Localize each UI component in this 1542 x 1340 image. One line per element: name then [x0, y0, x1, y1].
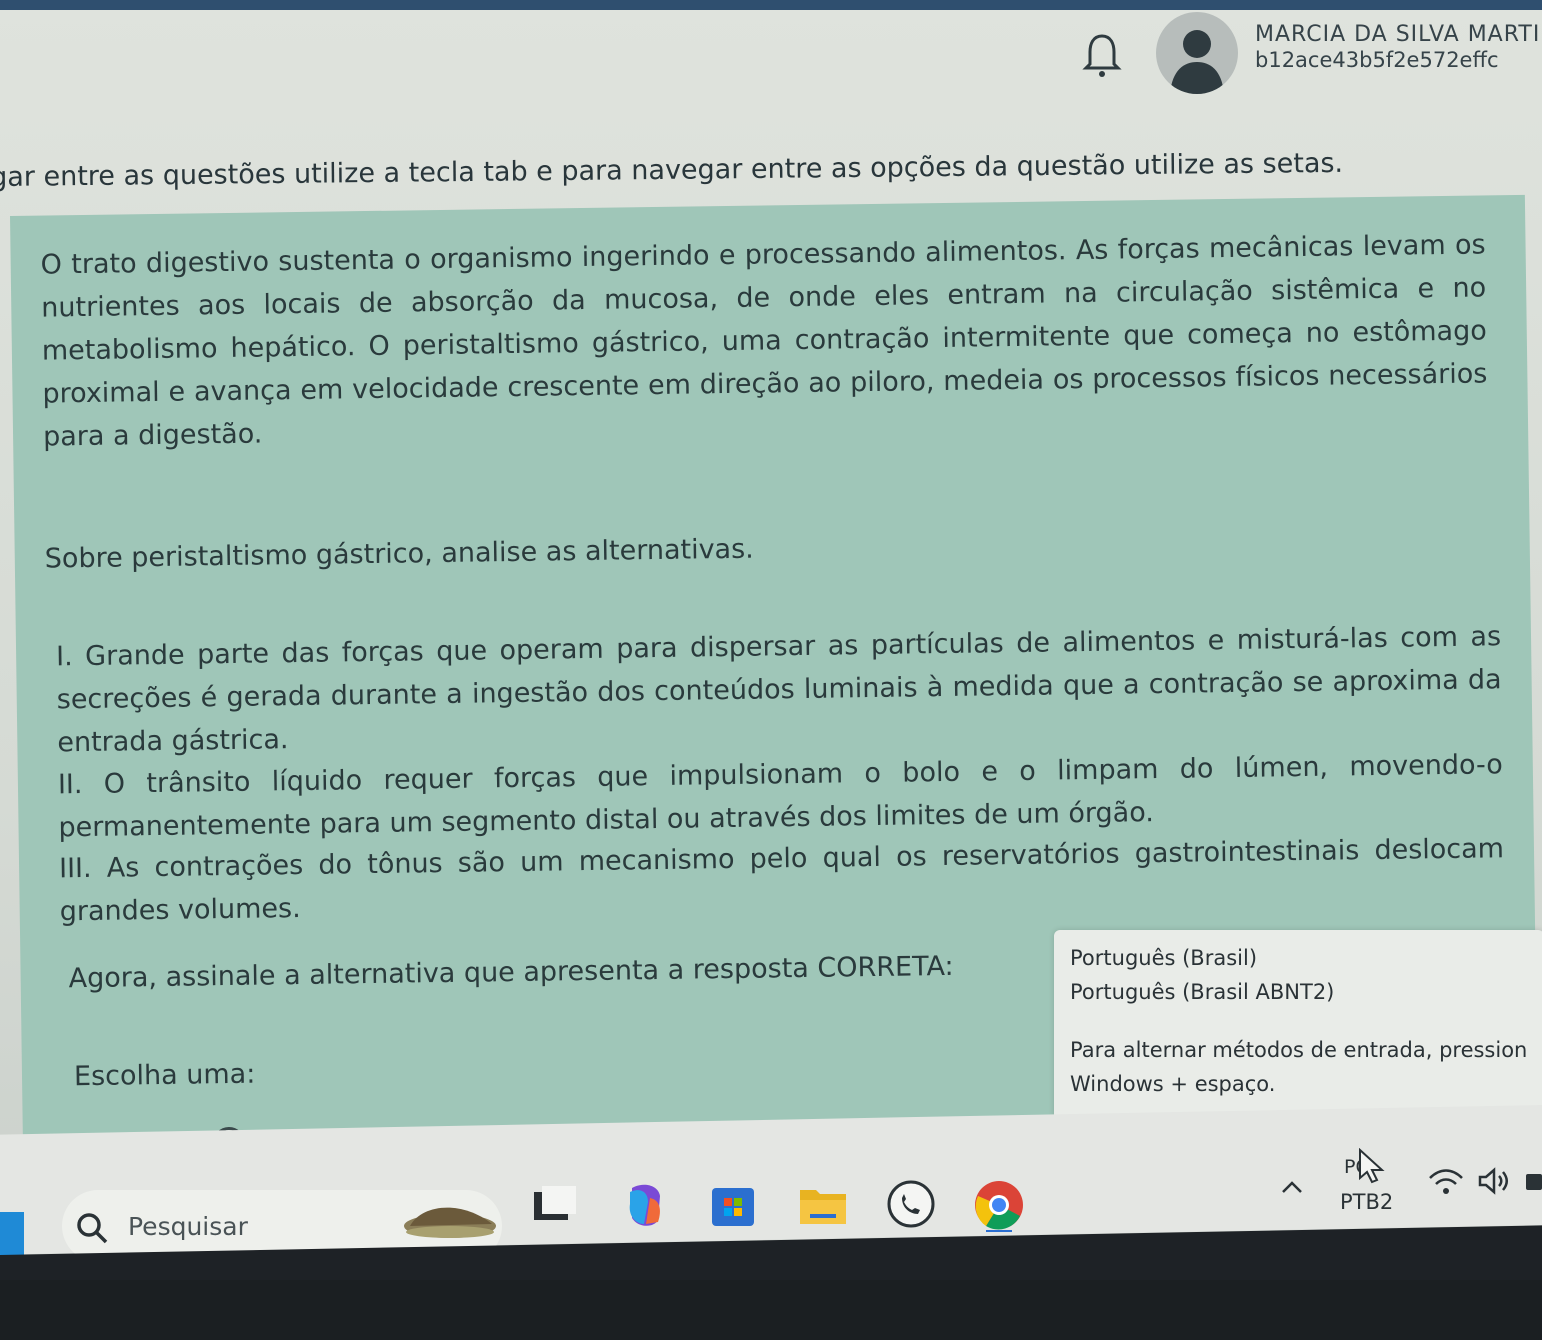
ime-option-portugues-abnt2[interactable]: Português (Brasil ABNT2): [1070, 980, 1334, 1004]
top-accent-bar: [0, 0, 1542, 10]
ime-hint-line1: Para alternar métodos de entrada, pressi…: [1070, 1038, 1528, 1062]
navigation-instruction: gar entre as questões utilize a tecla ta…: [0, 147, 1344, 193]
whatsapp-icon[interactable]: [884, 1178, 938, 1232]
copilot-icon[interactable]: [618, 1178, 672, 1232]
notification-bell-icon[interactable]: [1082, 30, 1122, 80]
avatar[interactable]: [1156, 12, 1238, 94]
ime-option-portugues-brasil[interactable]: Português (Brasil): [1070, 946, 1257, 970]
input-language-indicator[interactable]: PTB2: [1340, 1190, 1393, 1214]
ime-hint-line2: Windows + espaço.: [1070, 1072, 1276, 1096]
show-hidden-icons-chevron-icon[interactable]: [1280, 1180, 1304, 1194]
user-id: b12ace43b5f2e572effc: [1255, 48, 1499, 72]
wifi-icon[interactable]: [1428, 1168, 1464, 1196]
input-method-popup: Português (Brasil) Português (Brasil ABN…: [1054, 930, 1542, 1120]
task-view-icon[interactable]: [528, 1178, 582, 1232]
user-name[interactable]: MARCIA DA SILVA MARTI: [1255, 22, 1540, 47]
user-silhouette-icon: [1170, 30, 1224, 94]
search-icon: [77, 1213, 108, 1244]
mouse-cursor-icon: [1359, 1148, 1385, 1184]
desk-surface: [0, 1280, 1542, 1340]
search-highlight-icon: [404, 1207, 496, 1238]
question-prompt: Sobre peristaltismo gástrico, analise as…: [44, 533, 754, 575]
screen: MARCIA DA SILVA MARTI b12ace43b5f2e572ef…: [0, 0, 1542, 1340]
file-explorer-icon[interactable]: [796, 1178, 850, 1232]
search-placeholder[interactable]: Pesquisar: [128, 1212, 248, 1241]
statement-i: I. Grande parte das forças que operam pa…: [55, 621, 1502, 759]
question-context: O trato digestivo sustenta o organismo i…: [40, 229, 1488, 453]
chrome-icon[interactable]: [972, 1178, 1026, 1232]
microsoft-store-icon[interactable]: [706, 1178, 760, 1232]
battery-icon[interactable]: [1526, 1174, 1542, 1190]
volume-icon[interactable]: [1476, 1166, 1512, 1196]
start-button-icon[interactable]: [0, 1212, 24, 1256]
